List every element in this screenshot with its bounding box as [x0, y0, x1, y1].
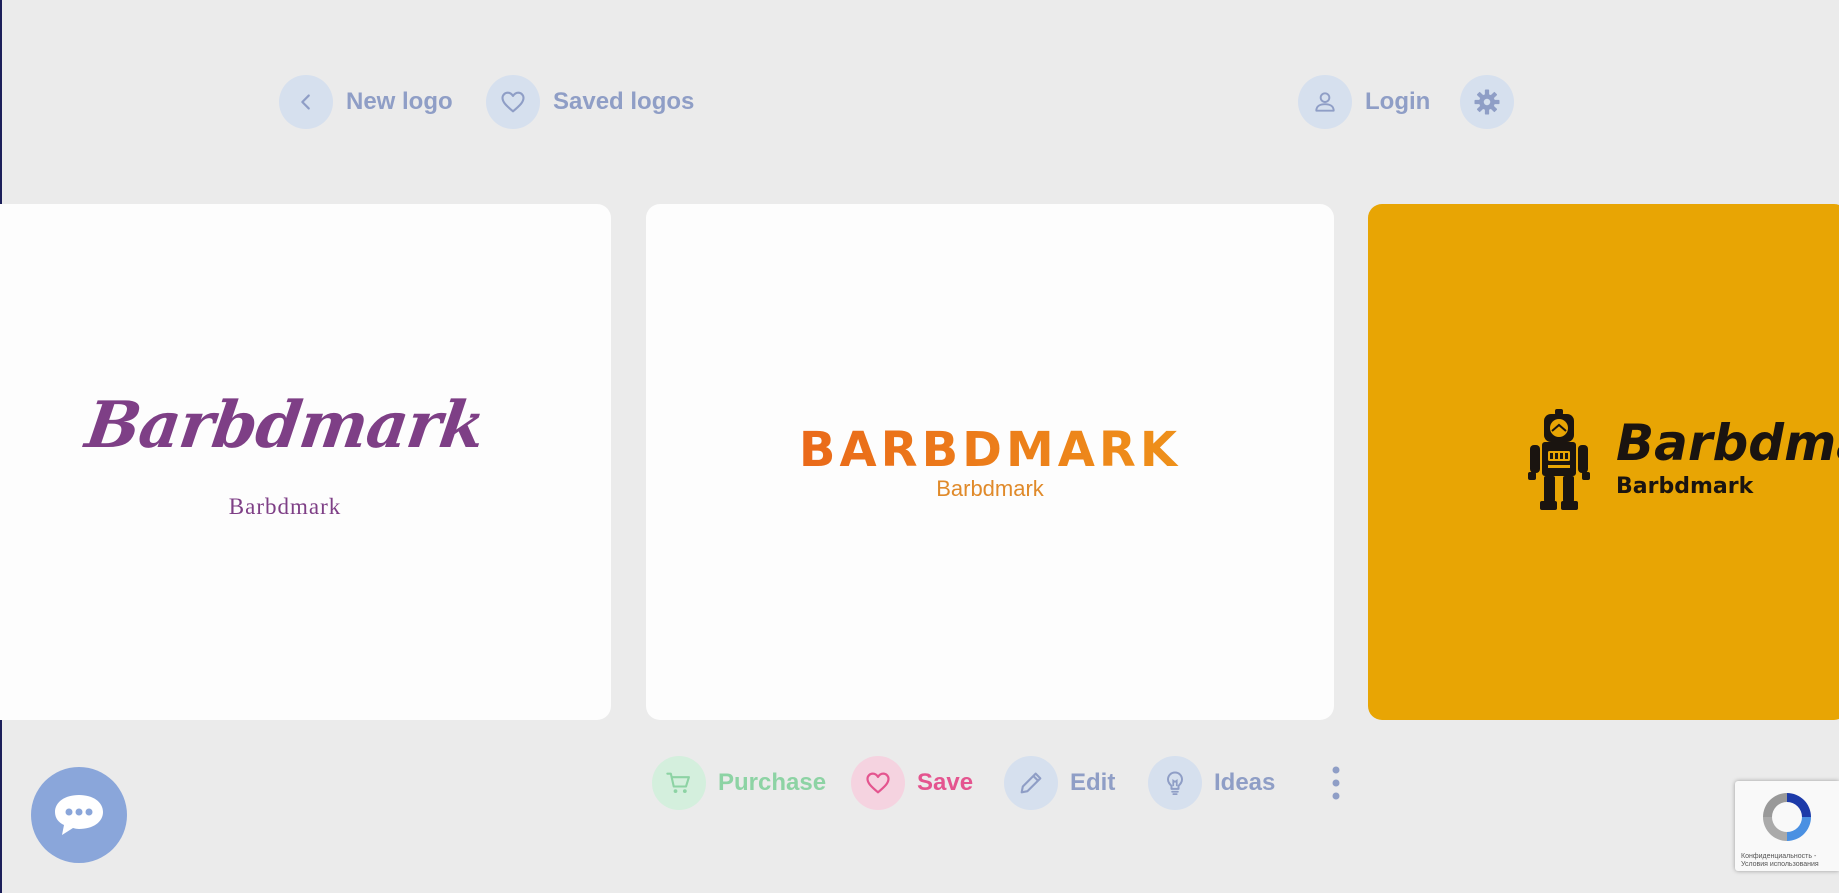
recaptcha-logo-icon — [1763, 793, 1811, 841]
save-button[interactable]: Save — [851, 756, 973, 810]
logo-subtitle: Barbdmark — [228, 494, 342, 519]
logo-title: Barbdma — [1616, 414, 1839, 472]
pencil-icon — [1004, 756, 1058, 810]
user-icon — [1298, 75, 1352, 129]
purchase-button[interactable]: Purchase — [652, 756, 826, 810]
more-vertical-icon — [1332, 766, 1340, 800]
login-button[interactable]: Login — [1298, 75, 1430, 129]
logo-card-3[interactable]: Barbdma Barbdmark — [1368, 204, 1839, 720]
new-logo-label: New logo — [346, 88, 453, 115]
edit-button[interactable]: Edit — [1004, 756, 1115, 810]
new-logo-button[interactable]: New logo — [279, 75, 453, 129]
save-label: Save — [917, 769, 974, 796]
recaptcha-badge[interactable]: Конфиденциальность - Условия использован… — [1735, 781, 1839, 871]
ideas-label: Ideas — [1214, 769, 1276, 796]
logo-card-2[interactable]: BARBDMARK Barbdmark — [646, 204, 1334, 720]
gear-icon — [1460, 75, 1514, 129]
lightbulb-icon — [1148, 756, 1202, 810]
heart-icon — [851, 756, 905, 810]
logo-title: BARBDMARK — [646, 422, 1334, 478]
recaptcha-terms-text[interactable]: Конфиденциальность - Условия использован… — [1741, 853, 1839, 869]
robot-icon — [1528, 409, 1590, 510]
more-options-button[interactable] — [1326, 756, 1346, 810]
logo-subtitle: Barbdmark — [936, 476, 1044, 501]
heart-icon — [486, 75, 540, 129]
login-label: Login — [1365, 88, 1431, 115]
edit-label: Edit — [1070, 769, 1116, 796]
chat-bubble-icon — [55, 795, 103, 835]
ideas-button[interactable]: Ideas — [1148, 756, 1275, 810]
logo-card-1[interactable]: Barbdmark Barbdmark — [0, 204, 611, 720]
logo-subtitle: Barbdmark — [1616, 474, 1754, 499]
purchase-label: Purchase — [718, 769, 827, 796]
chevron-left-icon — [279, 75, 333, 129]
saved-logos-button[interactable]: Saved logos — [486, 75, 694, 129]
cart-icon — [652, 756, 706, 810]
settings-button[interactable] — [1460, 75, 1514, 129]
logo-title: Barbdmark — [81, 388, 489, 463]
saved-logos-label: Saved logos — [553, 88, 695, 115]
chat-button[interactable] — [31, 767, 127, 863]
